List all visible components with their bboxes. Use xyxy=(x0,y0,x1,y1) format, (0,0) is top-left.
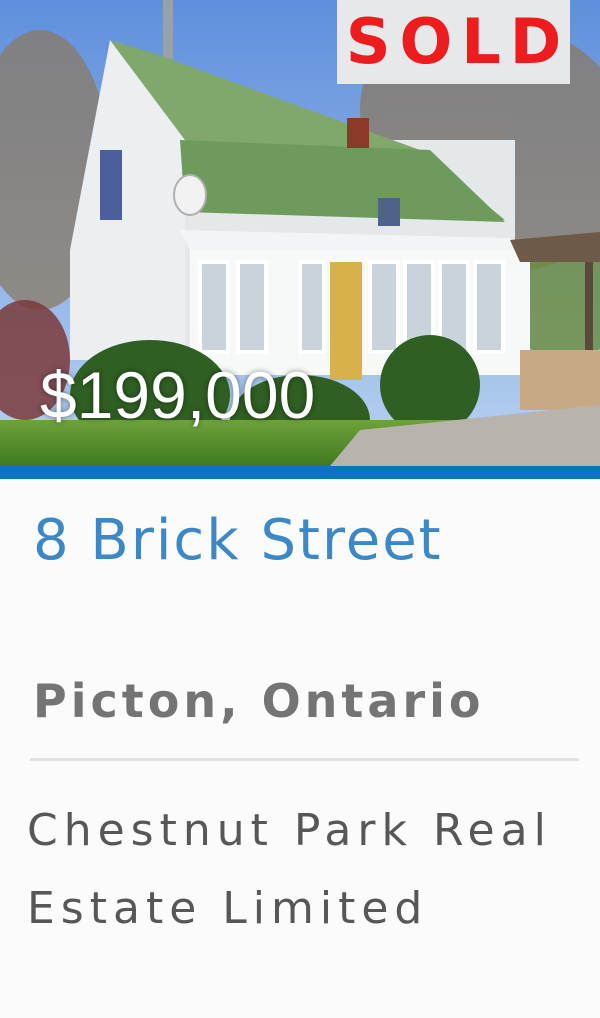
listing-location: Picton, Ontario xyxy=(33,674,485,728)
accent-divider-bar xyxy=(0,466,600,479)
sold-badge: SOLD xyxy=(337,0,570,84)
listing-price: $199,000 xyxy=(40,358,316,432)
section-divider xyxy=(30,758,579,761)
brokerage-name: Chestnut Park Real Estate Limited xyxy=(27,805,552,934)
listing-address[interactable]: 8 Brick Street xyxy=(33,510,443,572)
sold-label: SOLD xyxy=(345,5,571,78)
property-photo[interactable]: SOLD $199,000 xyxy=(0,0,600,466)
listing-card[interactable]: SOLD $199,000 8 Brick Street Picton, Ont… xyxy=(0,0,600,1018)
